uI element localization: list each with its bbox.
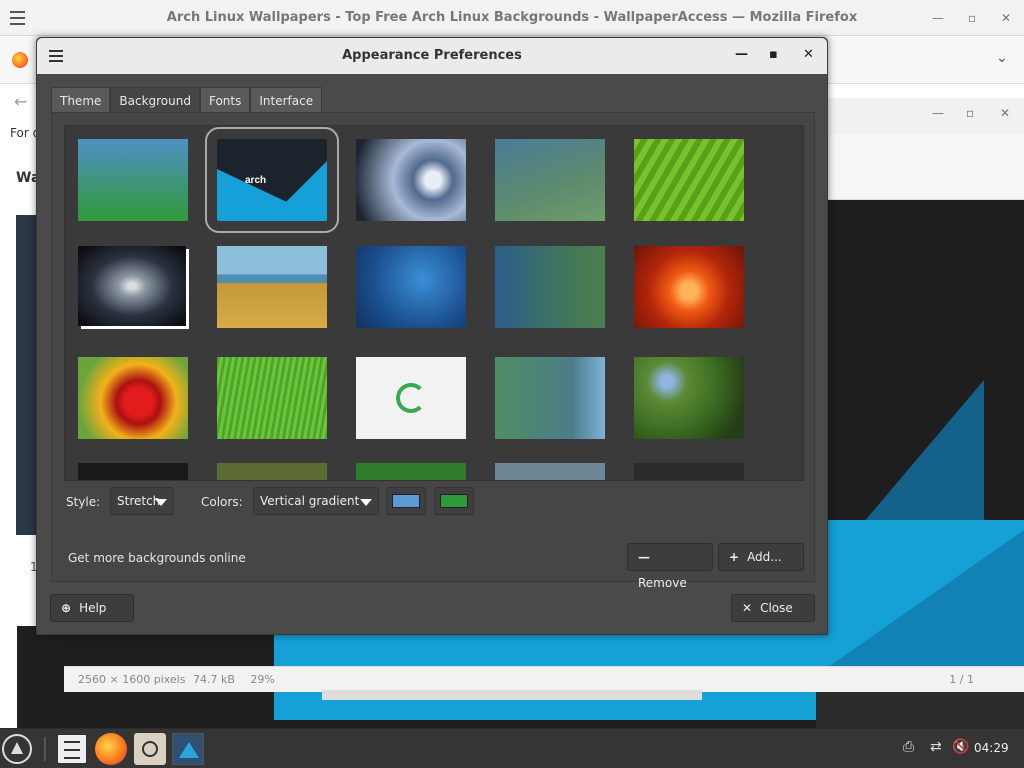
wallpaper-thumbnail[interactable] <box>634 463 744 480</box>
remove-button[interactable]: — Remove <box>627 543 713 590</box>
tab-bar: Theme Background Fonts Interface <box>51 87 323 113</box>
firefox-titlebar: Arch Linux Wallpapers - Top Free Arch Li… <box>0 0 1024 36</box>
background-region <box>17 626 64 728</box>
style-label: Style: <box>66 495 101 509</box>
primary-color-swatch <box>392 494 420 508</box>
background-region <box>816 692 1024 728</box>
appearance-preferences-dialog: Appearance Preferences — ▪ ✕ Theme Backg… <box>36 37 828 635</box>
wallpaper-thumbnail[interactable] <box>495 246 605 328</box>
close-button[interactable]: ✕ Close <box>731 594 815 622</box>
wallpaper-thumbnail[interactable] <box>78 246 186 326</box>
wallpaper-thumbnail[interactable] <box>78 139 188 221</box>
arch-logo-text: arch <box>245 175 267 186</box>
wallpaper-thumbnail[interactable] <box>217 246 327 328</box>
maximize-icon[interactable]: ▫ <box>966 106 974 120</box>
close-icon: ✕ <box>742 601 753 615</box>
appearance-preferences-icon[interactable] <box>172 733 204 765</box>
tab-theme[interactable]: Theme <box>51 87 111 113</box>
chevron-down-icon <box>360 499 372 506</box>
minimize-icon[interactable]: — <box>735 47 748 62</box>
wallpaper-thumbnail[interactable] <box>634 357 744 439</box>
chevron-down-icon[interactable]: ⌄ <box>996 50 1008 66</box>
secondary-color-button[interactable] <box>434 487 474 515</box>
minimize-icon[interactable]: — <box>932 106 944 120</box>
wallpaper-thumbnail[interactable] <box>356 139 466 221</box>
image-viewer-icon[interactable] <box>134 733 166 765</box>
file-manager-icon[interactable] <box>56 733 88 765</box>
close-icon[interactable]: ✕ <box>1000 106 1010 120</box>
primary-color-button[interactable] <box>386 487 426 515</box>
viewer-statusbar: 2560 × 1600 pixels 74.7 kB 29% 1 / 1 <box>64 666 1024 692</box>
firefox-window-title: Arch Linux Wallpapers - Top Free Arch Li… <box>166 10 858 25</box>
colors-value: Vertical gradient <box>260 494 360 508</box>
printer-icon[interactable]: ⎙ <box>903 739 914 755</box>
secondary-color-swatch <box>440 494 468 508</box>
remove-label: Remove <box>638 576 687 590</box>
clock[interactable]: 04:29 <box>974 741 1009 755</box>
minus-icon: — <box>638 550 650 564</box>
wallpaper-thumbnail[interactable] <box>356 357 466 439</box>
get-more-backgrounds-link[interactable]: Get more backgrounds online <box>68 551 246 565</box>
plus-icon: + <box>729 550 740 564</box>
dialog-titlebar: Appearance Preferences — ▪ ✕ <box>37 38 827 74</box>
background-tab-panel: arch Style: Stretch Colors: Vertical gra… <box>51 112 816 590</box>
help-icon: ⊕ <box>61 601 72 615</box>
wallpaper-thumbnail[interactable] <box>495 463 605 480</box>
close-icon[interactable]: ✕ <box>996 8 1016 28</box>
wallpaper-thumbnail[interactable] <box>356 246 466 328</box>
style-colors-row: Style: Stretch Colors: Vertical gradient <box>52 487 816 517</box>
image-dimensions: 2560 × 1600 pixels <box>78 673 186 686</box>
close-label: Close <box>760 601 793 615</box>
wallpaper-thumbnail-selected[interactable]: arch <box>205 127 339 233</box>
image-filesize: 74.7 kB <box>192 673 235 686</box>
zoom-level: 29% <box>250 673 275 686</box>
maximize-icon[interactable]: ▫ <box>962 8 982 28</box>
wallpaper-thumbnail[interactable] <box>495 357 605 439</box>
chevron-down-icon <box>155 499 167 506</box>
arch-menu-icon[interactable] <box>2 734 32 764</box>
colors-label: Colors: <box>201 495 243 509</box>
wallpaper-thumbnail[interactable] <box>634 246 744 328</box>
help-button[interactable]: ⊕ Help <box>50 594 134 622</box>
scroll-strip <box>322 690 702 700</box>
tab-fonts[interactable]: Fonts <box>199 87 251 113</box>
wallpaper-thumbnail[interactable] <box>217 463 327 480</box>
page-counter: 1 / 1 <box>949 673 974 686</box>
style-dropdown[interactable]: Stretch <box>110 487 174 515</box>
back-arrow-icon[interactable]: ← <box>14 92 27 111</box>
minimize-icon[interactable]: — <box>928 8 948 28</box>
add-button[interactable]: + Add... <box>718 543 804 571</box>
maximize-icon[interactable]: ▪ <box>769 47 778 62</box>
background-actions-row: Get more backgrounds online — Remove + Add… <box>52 541 816 590</box>
add-label: Add... <box>747 550 782 564</box>
wallpaper-thumbnail[interactable] <box>495 139 605 221</box>
tab-interface[interactable]: Interface <box>250 87 323 113</box>
network-disconnected-icon[interactable]: ⇄ <box>930 739 942 755</box>
colors-dropdown[interactable]: Vertical gradient <box>253 487 379 515</box>
firefox-icon[interactable] <box>95 733 127 765</box>
taskbar: ⎙ ⇄ 🔇 04:29 <box>0 728 1024 768</box>
wallpaper-gallery[interactable]: arch <box>64 125 804 481</box>
wallpaper-thumbnail[interactable] <box>78 463 188 480</box>
help-label: Help <box>79 601 107 615</box>
dialog-title: Appearance Preferences <box>342 48 522 63</box>
firefox-icon <box>12 52 28 68</box>
tab-background[interactable]: Background <box>110 87 200 113</box>
wallpaper-thumbnail[interactable] <box>356 463 466 480</box>
taskbar-separator <box>44 737 46 761</box>
wallpaper-thumbnail[interactable] <box>78 357 188 439</box>
wallpaper-thumbnail[interactable] <box>634 139 744 221</box>
style-value: Stretch <box>117 494 161 508</box>
close-icon[interactable]: ✕ <box>803 47 814 62</box>
volume-muted-icon[interactable]: 🔇 <box>952 739 969 755</box>
wallpaper-thumbnail[interactable] <box>217 357 327 439</box>
